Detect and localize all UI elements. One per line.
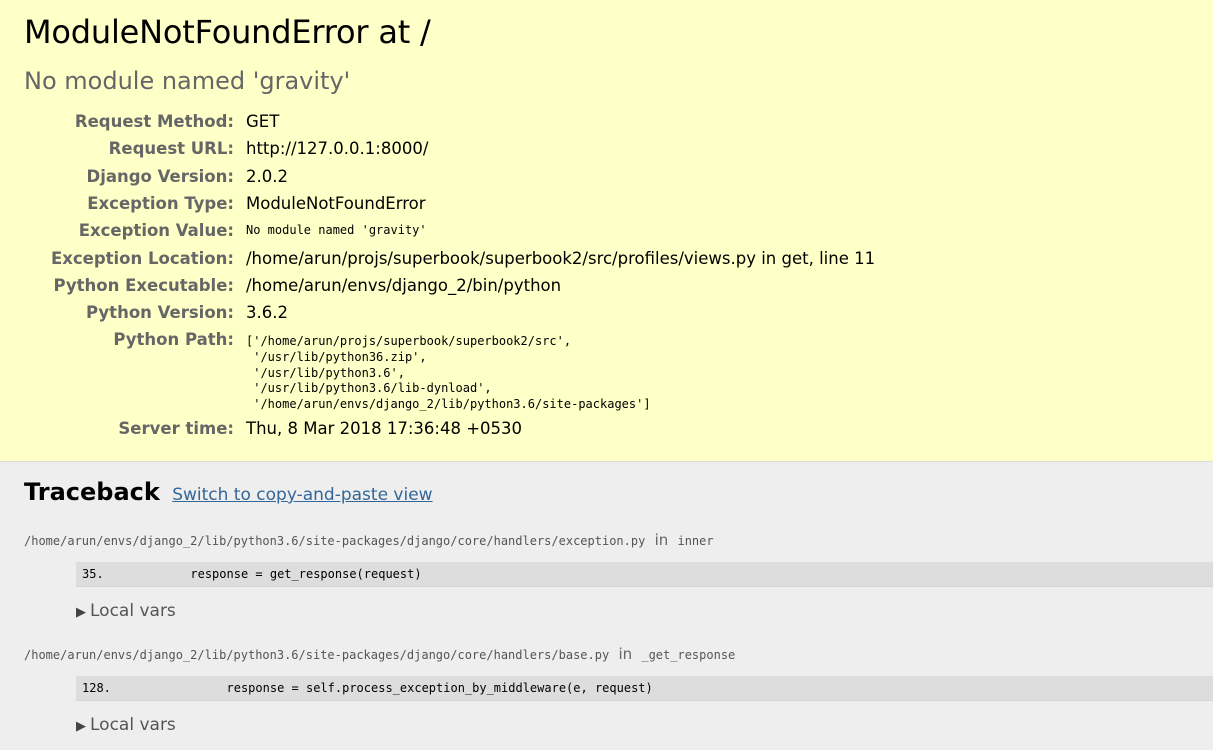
- frame-location: /home/arun/envs/django_2/lib/python3.6/s…: [0, 645, 1213, 664]
- frame-in-keyword: in: [618, 645, 633, 663]
- traceback-title: Traceback: [24, 478, 160, 506]
- frame-function-name: inner: [677, 534, 714, 548]
- local-vars-toggle[interactable]: ▶ Local vars: [76, 713, 1213, 739]
- frame-file-path: /home/arun/envs/django_2/lib/python3.6/s…: [24, 534, 646, 548]
- meta-value: /home/arun/projs/superbook/superbook2/sr…: [246, 248, 876, 268]
- expand-triangle-icon: ▶: [76, 605, 86, 620]
- meta-row-request-method: Request Method: GET: [24, 108, 875, 135]
- meta-value: ModuleNotFoundError: [246, 194, 426, 214]
- frame-file-path: /home/arun/envs/django_2/lib/python3.6/s…: [24, 648, 610, 662]
- meta-label: Python Version:: [86, 303, 234, 323]
- frame-context-line[interactable]: 35. response = get_response(request): [76, 562, 1213, 587]
- frame-line-number: 128.: [82, 681, 111, 695]
- meta-label: Request Method:: [74, 112, 234, 132]
- meta-label: Exception Value:: [78, 221, 234, 241]
- meta-row-python-executable: Python Executable: /home/arun/envs/djang…: [24, 272, 875, 299]
- local-vars-toggle[interactable]: ▶ Local vars: [76, 599, 1213, 625]
- request-meta-table: Request Method: GET Request URL: http://…: [24, 108, 875, 443]
- meta-value: GET: [246, 112, 280, 132]
- traceback-frame: /home/arun/envs/django_2/lib/python3.6/s…: [24, 645, 1213, 739]
- meta-value: 3.6.2: [246, 303, 288, 323]
- meta-label: Server time:: [118, 419, 234, 439]
- expand-triangle-icon: ▶: [76, 719, 86, 734]
- traceback-frame: /home/arun/envs/django_2/lib/python3.6/s…: [24, 531, 1213, 625]
- frame-code: response = self.process_exception_by_mid…: [110, 681, 653, 695]
- meta-value: No module named 'gravity': [246, 217, 875, 244]
- meta-label: Exception Type:: [87, 194, 234, 214]
- meta-row-request-url: Request URL: http://127.0.0.1:8000/: [24, 135, 875, 162]
- meta-label: Python Path:: [113, 330, 234, 350]
- meta-value: 2.0.2: [246, 166, 288, 186]
- frame-context-line[interactable]: 128. response = self.process_exception_b…: [76, 676, 1213, 701]
- switch-to-copy-paste-link[interactable]: Switch to copy-and-paste view: [172, 485, 432, 505]
- traceback-heading: Traceback Switch to copy-and-paste view: [24, 478, 1213, 509]
- local-vars-label: Local vars: [90, 715, 176, 735]
- frame-location: /home/arun/envs/django_2/lib/python3.6/s…: [0, 531, 1213, 550]
- traceback-section: Traceback Switch to copy-and-paste view …: [0, 462, 1213, 739]
- meta-row-python-version: Python Version: 3.6.2: [24, 299, 875, 326]
- meta-row-exception-value: Exception Value: No module named 'gravit…: [24, 217, 875, 244]
- python-path-text: ['/home/arun/projs/superbook/superbook2/…: [246, 334, 651, 411]
- meta-row-exception-location: Exception Location: /home/arun/projs/sup…: [24, 244, 875, 271]
- error-title: ModuleNotFoundError at /: [24, 13, 431, 51]
- meta-label: Django Version:: [86, 166, 234, 186]
- meta-value: http://127.0.0.1:8000/: [246, 139, 429, 159]
- meta-row-server-time: Server time: Thu, 8 Mar 2018 17:36:48 +0…: [24, 415, 875, 442]
- error-message: No module named 'gravity': [24, 67, 351, 95]
- frame-code: response = get_response(request): [103, 567, 422, 581]
- meta-row-django-version: Django Version: 2.0.2: [24, 163, 875, 190]
- frame-line-number: 35.: [82, 567, 104, 581]
- meta-value: /home/arun/envs/django_2/bin/python: [246, 275, 562, 295]
- meta-value: Thu, 8 Mar 2018 17:36:48 +0530: [246, 419, 523, 439]
- frame-function-name: _get_response: [641, 648, 736, 662]
- local-vars-label: Local vars: [90, 601, 176, 621]
- meta-label: Exception Location:: [50, 248, 234, 268]
- meta-label: Request URL:: [108, 139, 234, 159]
- meta-row-python-path: Python Path: ['/home/arun/projs/superboo…: [24, 326, 875, 415]
- meta-value: ['/home/arun/projs/superbook/superbook2/…: [246, 326, 875, 415]
- error-summary: ModuleNotFoundError at / No module named…: [0, 0, 1213, 462]
- frame-in-keyword: in: [654, 531, 669, 549]
- exception-value-text: No module named 'gravity': [246, 223, 427, 238]
- meta-label: Python Executable:: [53, 275, 234, 295]
- meta-row-exception-type: Exception Type: ModuleNotFoundError: [24, 190, 875, 217]
